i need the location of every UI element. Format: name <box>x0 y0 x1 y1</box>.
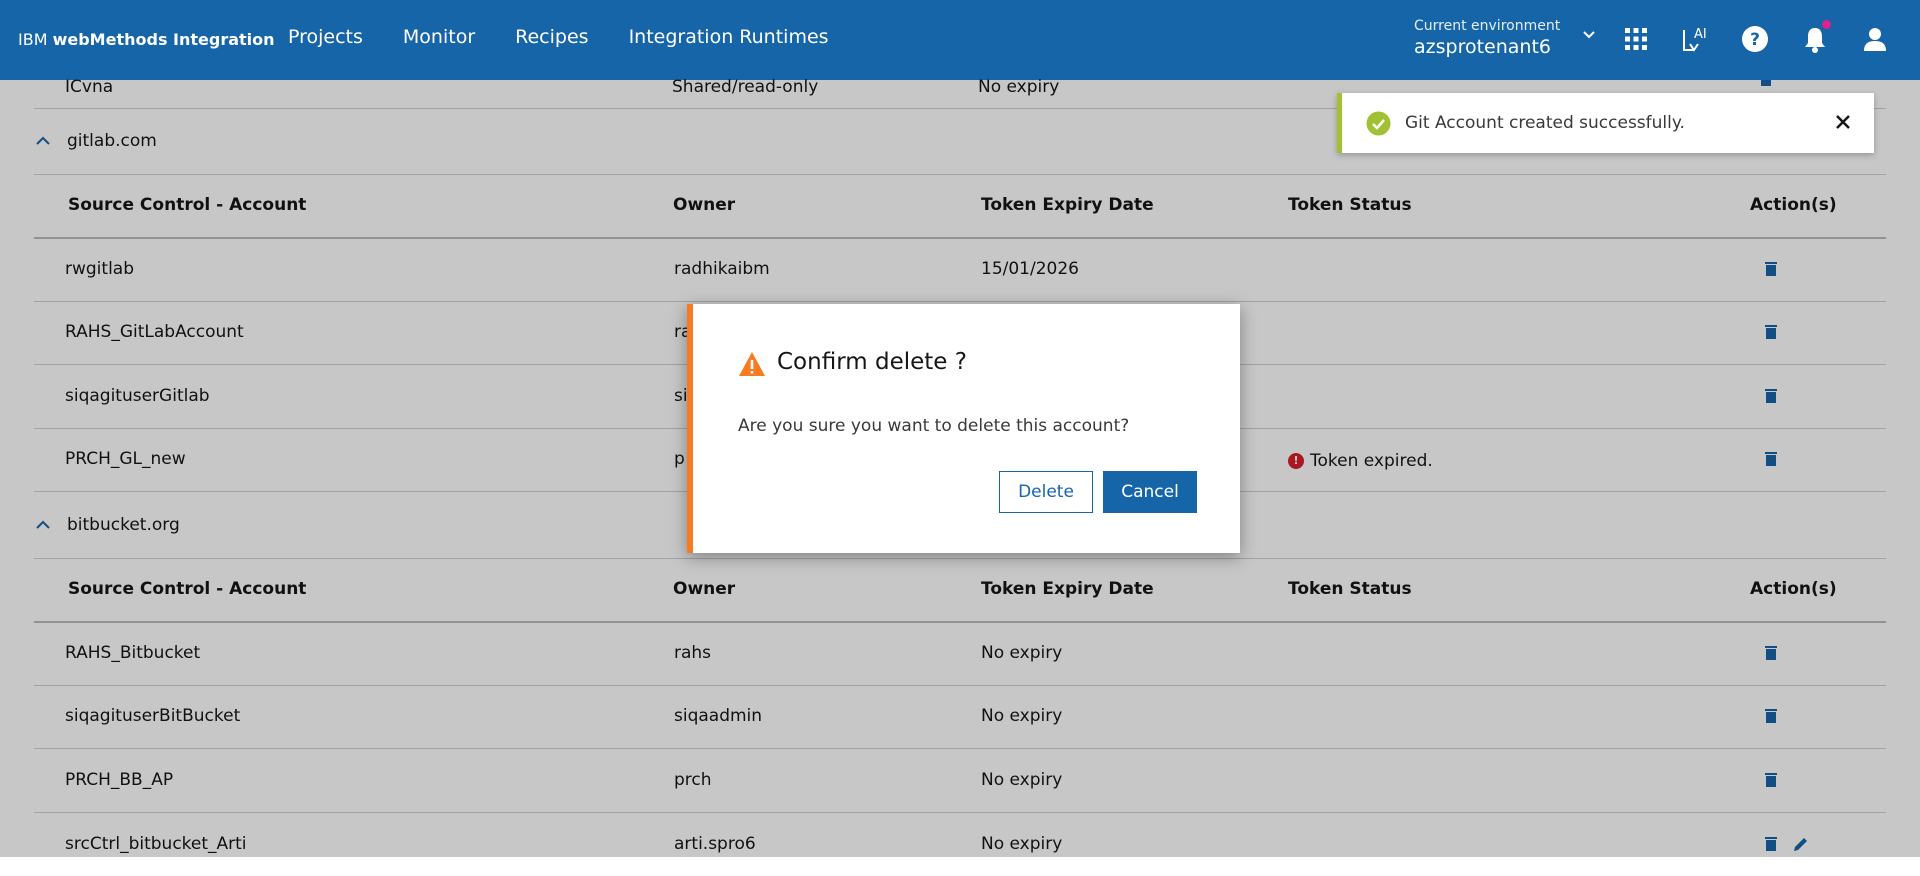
notification-badge <box>1822 20 1831 29</box>
brand-logo[interactable]: IBM webMethods Integration <box>18 30 275 49</box>
confirm-delete-dialog: Confirm delete ? Are you sure you want t… <box>687 304 1240 553</box>
app-switcher-icon[interactable] <box>1621 24 1651 54</box>
dialog-message: Are you sure you want to delete this acc… <box>738 416 1130 436</box>
dialog-title: Confirm delete ? <box>777 349 967 375</box>
ai-label: AI <box>1694 27 1707 42</box>
svg-text:?: ? <box>1750 30 1760 50</box>
warning-icon <box>739 352 765 376</box>
environment-label: Current environment <box>1414 18 1561 34</box>
brand-product: webMethods Integration <box>52 30 275 49</box>
nav-integration-runtimes[interactable]: Integration Runtimes <box>629 26 829 48</box>
environment-value: azsprotenant6 <box>1414 36 1551 58</box>
chevron-down-icon[interactable] <box>1582 28 1596 42</box>
success-toast: Git Account created successfully. <box>1337 93 1874 153</box>
nav-projects[interactable]: Projects <box>288 26 363 48</box>
close-icon[interactable] <box>1834 113 1852 131</box>
main-nav: Projects Monitor Recipes Integration Run… <box>288 26 829 48</box>
delete-button[interactable]: Delete <box>999 471 1093 513</box>
toast-message: Git Account created successfully. <box>1405 113 1685 133</box>
nav-recipes[interactable]: Recipes <box>515 26 588 48</box>
cancel-button[interactable]: Cancel <box>1103 471 1197 513</box>
help-icon[interactable]: ? <box>1740 24 1770 54</box>
nav-monitor[interactable]: Monitor <box>403 26 475 48</box>
brand-ibm: IBM <box>18 30 48 49</box>
user-profile-icon[interactable] <box>1860 24 1890 54</box>
environment-switcher[interactable]: Current environment azsprotenant6 <box>1414 18 1560 58</box>
ai-assistant-icon[interactable]: AI <box>1680 24 1710 54</box>
checkmark-circle-icon <box>1366 111 1391 136</box>
